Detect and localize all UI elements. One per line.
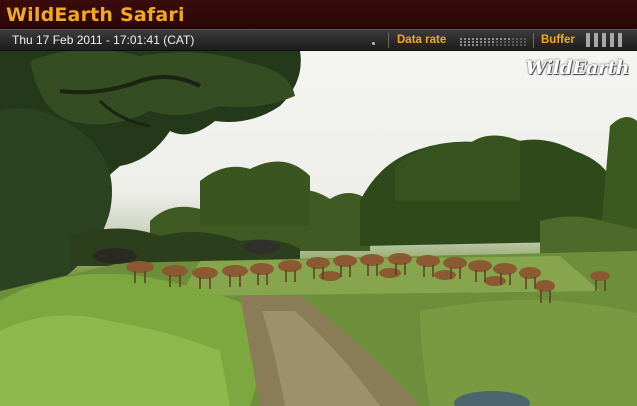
meter-dot [520, 44, 522, 46]
meter-dot [516, 38, 518, 40]
buffer-label: Buffer [541, 34, 575, 46]
meter-dot [508, 38, 510, 40]
meter-dot [476, 38, 478, 40]
meter-dot [460, 38, 462, 40]
meter-dot [460, 44, 462, 46]
meter-dot [520, 41, 522, 43]
meter-dot [476, 41, 478, 43]
meter-dot [496, 41, 498, 43]
meter-dot [500, 41, 502, 43]
data-rate-meter-icon [460, 37, 528, 47]
meter-dot [468, 41, 470, 43]
data-rate-label: Data rate [397, 34, 447, 46]
meter-dot [496, 38, 498, 40]
meter-dot [524, 41, 526, 43]
meter-dot [516, 44, 518, 46]
meter-dot [508, 44, 510, 46]
meter-dot [500, 44, 502, 46]
buffer-bar [602, 33, 606, 47]
meter-dot [512, 38, 514, 40]
wildearth-logo: WildEarth [525, 57, 629, 79]
meter-dot [464, 41, 466, 43]
buffer-bar [610, 33, 614, 47]
meter-dot [496, 44, 498, 46]
meter-dot [488, 38, 490, 40]
meter-dot [520, 38, 522, 40]
title-bar: WildEarth Safari [0, 0, 637, 29]
meter-dot [472, 41, 474, 43]
meter-dot [512, 44, 514, 46]
meter-dot [524, 44, 526, 46]
meter-dot [492, 44, 494, 46]
activity-dot-icon [372, 42, 375, 45]
meter-dot [504, 44, 506, 46]
video-player[interactable]: WildEarth [0, 51, 637, 406]
meter-dot [464, 38, 466, 40]
meter-dot [512, 41, 514, 43]
meter-dot [480, 38, 482, 40]
status-divider [533, 33, 534, 48]
meter-dot [492, 41, 494, 43]
meter-dot [472, 44, 474, 46]
meter-dot [476, 44, 478, 46]
meter-dot [468, 44, 470, 46]
buffer-bar [586, 33, 590, 47]
meter-dot [480, 44, 482, 46]
stream-datetime: Thu 17 Feb 2011 - 17:01:41 (CAT) [12, 33, 195, 47]
meter-dot [468, 38, 470, 40]
buffer-bar [618, 33, 622, 47]
meter-dot [484, 44, 486, 46]
buffer-bar [594, 33, 598, 47]
meter-dot [484, 41, 486, 43]
meter-dot [516, 41, 518, 43]
meter-dot [480, 41, 482, 43]
meter-dot [464, 44, 466, 46]
buffer-meter-icon [586, 33, 626, 48]
meter-dot [488, 41, 490, 43]
meter-dot [508, 41, 510, 43]
meter-dot [504, 38, 506, 40]
meter-dot [460, 41, 462, 43]
video-frame [0, 51, 637, 406]
status-divider [388, 33, 389, 48]
meter-dot [484, 38, 486, 40]
meter-dot [504, 41, 506, 43]
status-bar: Thu 17 Feb 2011 - 17:01:41 (CAT) Data ra… [0, 29, 637, 51]
meter-dot [500, 38, 502, 40]
app-title: WildEarth Safari [6, 3, 185, 26]
meter-dot [524, 38, 526, 40]
meter-dot [492, 38, 494, 40]
meter-dot [472, 38, 474, 40]
meter-dot [488, 44, 490, 46]
